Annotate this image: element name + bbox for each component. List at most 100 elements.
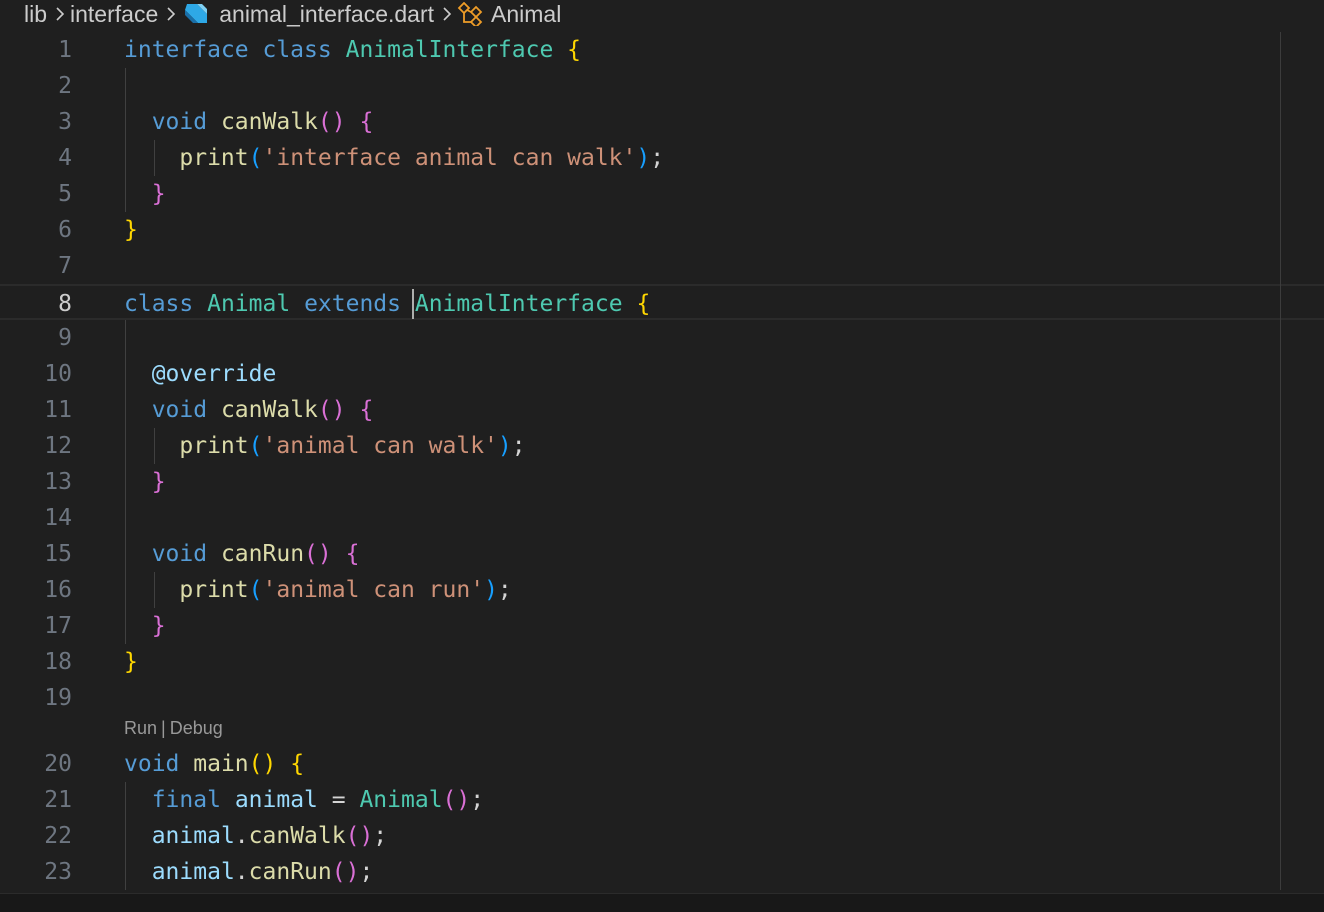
code-token: ) (636, 145, 651, 171)
line-number: 12 (44, 433, 72, 459)
code-line[interactable]: 8 class Animal extends AnimalInterface { (0, 284, 1324, 320)
code-editor[interactable]: 1 interface class AnimalInterface {2 3 voi… (0, 32, 1324, 892)
code-line[interactable]: 13 } (0, 464, 1324, 500)
codelens: Run | Debug (124, 716, 223, 740)
line-number: 18 (44, 649, 72, 675)
code-text: final animal = Animal(); (124, 782, 484, 818)
code-token: ; (511, 433, 526, 459)
code-text: } (124, 464, 166, 500)
code-token: canRun (220, 541, 305, 567)
line-number: 13 (44, 469, 72, 495)
line-number: 23 (44, 859, 72, 885)
code-token: canWalk (220, 397, 318, 423)
code-token: = (317, 787, 360, 813)
code-line[interactable]: 11 void canWalk() { (0, 392, 1324, 428)
code-line[interactable]: 23 animal.canRun(); (0, 854, 1324, 890)
code-line[interactable]: 16 print('animal can run'); (0, 572, 1324, 608)
breadcrumb-item-interface[interactable]: interface (70, 1, 158, 28)
code-text: class Animal extends AnimalInterface { (124, 286, 650, 322)
code-line[interactable]: 3 void canWalk() { (0, 104, 1324, 140)
breadcrumb-item-lib[interactable]: lib (24, 1, 47, 28)
chevron-right-icon (54, 6, 66, 22)
code-line[interactable]: 4 print('interface animal can walk'); (0, 140, 1324, 176)
code-token: () (248, 751, 277, 777)
code-text: } (124, 212, 138, 248)
code-token: ) (497, 433, 512, 459)
code-line[interactable]: 14 (0, 500, 1324, 536)
code-line[interactable]: 5 } (0, 176, 1324, 212)
text-cursor (412, 289, 414, 319)
codelens-run-link[interactable]: Run (124, 718, 157, 738)
indent-guide (154, 572, 155, 608)
code-line[interactable]: 1 interface class AnimalInterface { (0, 32, 1324, 68)
line-number: 21 (44, 787, 72, 813)
code-token: ; (497, 577, 512, 603)
indent-guide (125, 782, 126, 890)
code-text: } (124, 644, 138, 680)
code-text: interface class AnimalInterface { (124, 32, 581, 68)
chevron-right-icon (441, 6, 453, 22)
code-token: void (151, 397, 208, 423)
code-token: AnimalInterface (414, 291, 623, 317)
code-line[interactable]: 20 void main() { (0, 746, 1324, 782)
code-line[interactable]: 22 animal.canWalk(); (0, 818, 1324, 854)
code-line[interactable]: 19 (0, 680, 1324, 716)
code-token: class (124, 291, 194, 317)
indent-guide (154, 140, 155, 176)
code-token: ) (484, 577, 498, 603)
code-token: print (179, 433, 249, 459)
line-number: 14 (44, 505, 72, 531)
code-token: ( (248, 145, 263, 171)
code-line[interactable]: 18} (0, 644, 1324, 680)
code-token: print (179, 577, 249, 603)
code-line[interactable]: 17 } (0, 608, 1324, 644)
code-token: ( (248, 577, 263, 603)
code-token: () (345, 823, 374, 849)
code-token: () (304, 541, 332, 567)
code-token: void (151, 541, 208, 567)
line-number: 15 (44, 541, 72, 567)
class-symbol-icon (457, 2, 485, 26)
breadcrumb-item-file[interactable]: animal_interface.dart (181, 1, 434, 28)
line-number: 6 (58, 217, 72, 243)
code-text: } (124, 176, 166, 212)
line-number: 4 (58, 145, 72, 171)
code-token: } (124, 649, 138, 675)
code-token: animal (151, 823, 235, 849)
code-line[interactable]: 9 (0, 320, 1324, 356)
code-token: canRun (248, 859, 332, 885)
code-line[interactable]: 15 void canRun() { (0, 536, 1324, 572)
code-token: void (151, 109, 208, 135)
code-line[interactable]: 2 (0, 68, 1324, 104)
code-token: ; (359, 859, 374, 885)
code-token: print (179, 145, 249, 171)
code-line[interactable]: 6} (0, 212, 1324, 248)
code-token: { (359, 109, 374, 135)
code-line[interactable]: 12 print('animal can walk'); (0, 428, 1324, 464)
code-line[interactable]: 21 final animal = Animal(); (0, 782, 1324, 818)
code-text: @override (124, 356, 277, 392)
codelens-separator: | (161, 718, 166, 738)
code-line[interactable]: 7 (0, 248, 1324, 284)
code-text: void canWalk() { (124, 104, 374, 140)
code-text: print('animal can run'); (124, 572, 512, 608)
code-token: final (151, 787, 221, 813)
code-token: canWalk (220, 109, 318, 135)
codelens-debug-link[interactable]: Debug (170, 718, 223, 738)
code-line[interactable]: 10 @override (0, 356, 1324, 392)
breadcrumb-label: Animal (491, 0, 562, 27)
vertical-ruler (1280, 32, 1281, 890)
breadcrumb-item-symbol[interactable]: Animal (457, 1, 561, 28)
